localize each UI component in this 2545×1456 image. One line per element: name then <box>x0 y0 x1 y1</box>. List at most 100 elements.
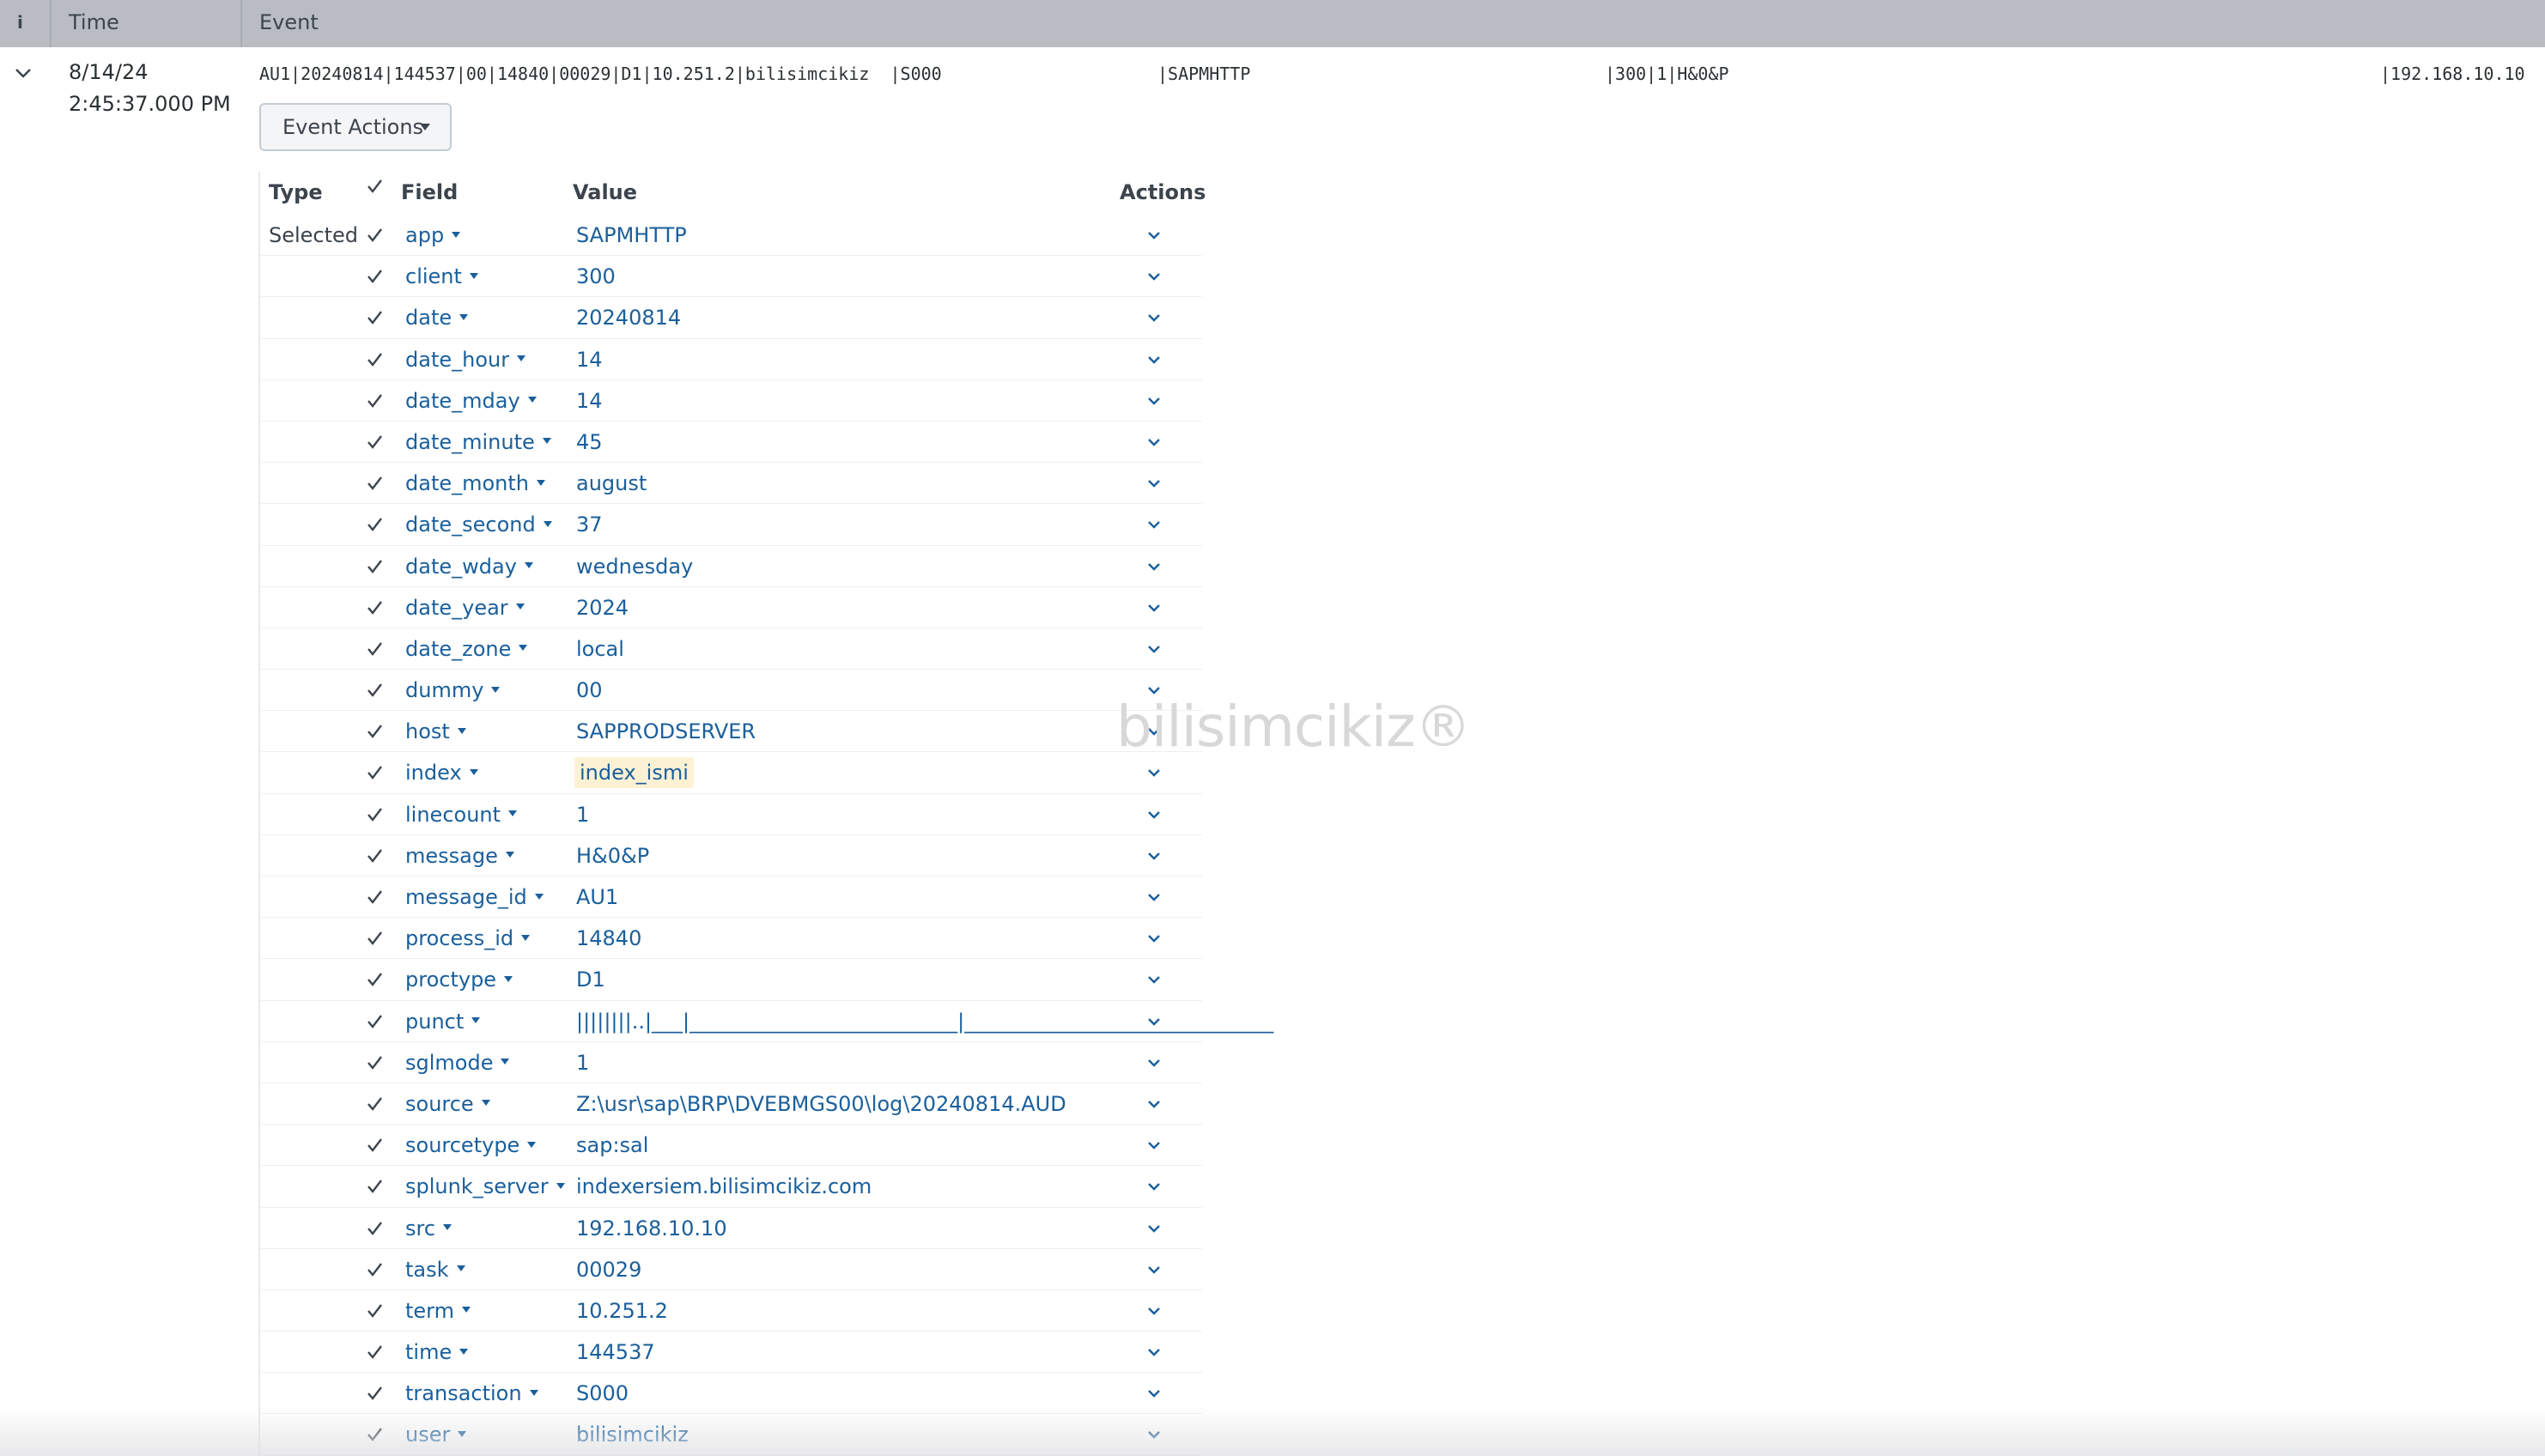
actions-chevron-icon[interactable] <box>1145 848 1163 864</box>
field-value-link[interactable]: Z:\usr\sap\BRP\DVEBMGS00\log\20240814.AU… <box>576 1083 1066 1125</box>
field-value-link[interactable]: index_ismi <box>574 757 694 789</box>
field-value-link[interactable]: 1 <box>576 794 589 835</box>
field-name-link[interactable]: date_second <box>405 504 553 545</box>
field-name-link[interactable]: date <box>405 297 469 338</box>
actions-chevron-icon[interactable] <box>1145 600 1163 616</box>
field-checkbox[interactable] <box>364 928 385 949</box>
field-checkbox[interactable] <box>364 887 385 907</box>
actions-chevron-icon[interactable] <box>1145 807 1163 822</box>
field-checkbox[interactable] <box>364 1383 385 1404</box>
actions-chevron-icon[interactable] <box>1145 1138 1163 1153</box>
field-checkbox[interactable] <box>364 1011 385 1032</box>
field-checkbox[interactable] <box>364 1094 385 1114</box>
field-value-link[interactable]: local <box>576 628 624 670</box>
actions-chevron-icon[interactable] <box>1145 517 1163 532</box>
field-checkbox[interactable] <box>364 391 385 411</box>
actions-chevron-icon[interactable] <box>1145 434 1163 450</box>
field-name-link[interactable]: date_month <box>405 463 546 504</box>
field-value-link[interactable]: D1 <box>576 959 605 1000</box>
field-name-link[interactable]: linecount <box>405 794 518 835</box>
field-checkbox[interactable] <box>364 1135 385 1156</box>
field-name-link[interactable]: date_minute <box>405 422 552 463</box>
field-value-link[interactable]: 14 <box>576 339 603 380</box>
field-name-link[interactable]: time <box>405 1332 469 1373</box>
field-checkbox[interactable] <box>364 266 385 287</box>
field-value-link[interactable]: august <box>576 463 647 504</box>
field-value-link[interactable]: 14 <box>576 380 603 422</box>
field-checkbox[interactable] <box>364 556 385 577</box>
field-value-link[interactable]: 1 <box>576 1042 589 1083</box>
field-name-link[interactable]: splunk_server <box>405 1166 566 1207</box>
field-value-link[interactable]: 300 <box>576 256 616 297</box>
actions-chevron-icon[interactable] <box>1145 1055 1163 1071</box>
field-checkbox[interactable] <box>364 804 385 825</box>
field-name-link[interactable]: message <box>405 835 515 877</box>
actions-chevron-icon[interactable] <box>1145 269 1163 284</box>
actions-chevron-icon[interactable] <box>1145 1179 1163 1194</box>
field-name-link[interactable]: date_hour <box>405 339 526 380</box>
field-checkbox[interactable] <box>364 969 385 990</box>
event-actions-button[interactable]: Event Actions <box>259 103 452 151</box>
field-name-link[interactable]: index <box>405 752 479 793</box>
actions-chevron-icon[interactable] <box>1145 641 1163 657</box>
field-name-link[interactable]: sourcetype <box>405 1125 537 1166</box>
field-checkbox[interactable] <box>364 473 385 494</box>
actions-chevron-icon[interactable] <box>1145 228 1163 243</box>
field-name-link[interactable]: src <box>405 1208 453 1249</box>
actions-chevron-icon[interactable] <box>1145 972 1163 987</box>
field-name-link[interactable]: sglmode <box>405 1042 510 1083</box>
time-column-header[interactable]: Time <box>69 0 119 47</box>
actions-chevron-icon[interactable] <box>1145 1303 1163 1319</box>
field-name-link[interactable]: message_id <box>405 877 544 918</box>
field-value-link[interactable]: 37 <box>576 504 603 545</box>
actions-chevron-icon[interactable] <box>1145 724 1163 739</box>
field-name-link[interactable]: source <box>405 1083 491 1125</box>
field-checkbox[interactable] <box>364 846 385 866</box>
field-name-link[interactable]: date_wday <box>405 546 534 587</box>
field-value-link[interactable]: 14840 <box>576 918 641 959</box>
field-value-link[interactable]: 192.168.10.10 <box>576 1208 727 1249</box>
field-name-link[interactable]: term <box>405 1290 471 1332</box>
collapse-chevron-icon[interactable] <box>12 62 34 84</box>
field-name-link[interactable]: date_year <box>405 587 525 628</box>
field-value-link[interactable]: H&0&P <box>576 835 649 877</box>
field-value-link[interactable]: 10.251.2 <box>576 1290 668 1332</box>
actions-chevron-icon[interactable] <box>1145 559 1163 574</box>
field-value-link[interactable]: SAPMHTTP <box>576 215 687 256</box>
field-checkbox[interactable] <box>364 762 385 783</box>
actions-chevron-icon[interactable] <box>1145 682 1163 698</box>
field-name-link[interactable]: date_zone <box>405 628 528 670</box>
field-name-link[interactable]: process_id <box>405 918 531 959</box>
field-name-link[interactable]: punct <box>405 1001 481 1042</box>
field-checkbox[interactable] <box>364 1176 385 1197</box>
field-checkbox[interactable] <box>364 1342 385 1362</box>
field-name-link[interactable]: client <box>405 256 479 297</box>
actions-chevron-icon[interactable] <box>1145 393 1163 409</box>
select-all-checkbox[interactable] <box>364 176 385 197</box>
actions-chevron-icon[interactable] <box>1145 476 1163 491</box>
actions-chevron-icon[interactable] <box>1145 1096 1163 1112</box>
actions-chevron-icon[interactable] <box>1145 352 1163 367</box>
actions-chevron-icon[interactable] <box>1145 1344 1163 1360</box>
actions-chevron-icon[interactable] <box>1145 1262 1163 1277</box>
field-name-link[interactable]: app <box>405 215 461 256</box>
field-value-link[interactable]: 00029 <box>576 1249 641 1290</box>
field-checkbox[interactable] <box>364 598 385 618</box>
actions-chevron-icon[interactable] <box>1145 931 1163 946</box>
field-checkbox[interactable] <box>364 639 385 659</box>
field-value-link[interactable]: 20240814 <box>576 297 681 338</box>
field-checkbox[interactable] <box>364 721 385 742</box>
field-checkbox[interactable] <box>364 349 385 370</box>
field-value-link[interactable]: AU1 <box>576 877 618 918</box>
field-name-link[interactable]: dummy <box>405 670 501 711</box>
field-checkbox[interactable] <box>364 514 385 535</box>
field-value-link[interactable]: ||||||||..|___|_________________________… <box>576 1001 1273 1042</box>
actions-chevron-icon[interactable] <box>1145 889 1163 905</box>
field-value-link[interactable]: SAPPRODSERVER <box>576 711 756 752</box>
field-checkbox[interactable] <box>364 1259 385 1280</box>
actions-chevron-icon[interactable] <box>1145 1221 1163 1236</box>
field-value-link[interactable]: indexersiem.bilisimcikiz.com <box>576 1166 872 1207</box>
field-value-link[interactable]: 00 <box>576 670 603 711</box>
field-name-link[interactable]: task <box>405 1249 466 1290</box>
field-checkbox[interactable] <box>364 225 385 246</box>
